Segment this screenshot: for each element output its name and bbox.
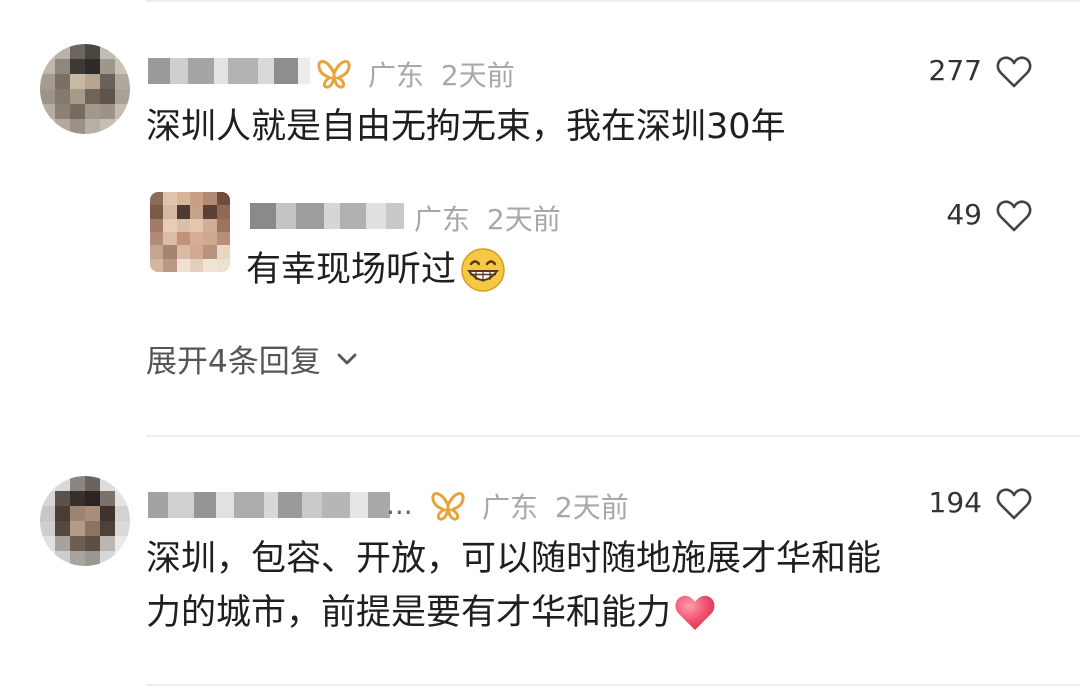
expand-replies-button[interactable]: 展开4条回复	[146, 336, 359, 381]
avatar[interactable]	[40, 476, 130, 566]
avatar[interactable]	[40, 44, 130, 134]
like-count: 194	[928, 486, 982, 519]
comment-time: 2天前	[440, 59, 515, 92]
butterfly-badge-icon	[431, 492, 465, 521]
reply-text-content: 有幸现场听过	[246, 250, 457, 290]
butterfly-badge-icon	[317, 60, 351, 89]
heart-emoji	[675, 595, 715, 630]
like-heart-icon[interactable]	[996, 487, 1032, 521]
like-heart-icon[interactable]	[996, 55, 1032, 89]
comment-text-line-2-content: 力的城市，前提是要有才华和能力	[146, 593, 672, 633]
chevron-down-icon	[337, 353, 357, 364]
reply-username-blurred[interactable]	[250, 199, 404, 233]
bottom-divider	[146, 684, 1080, 686]
username-blurred[interactable]	[148, 488, 390, 522]
reply-region: 广东	[414, 203, 471, 236]
reply-avatar[interactable]	[150, 192, 230, 272]
comment-region: 广东	[482, 491, 539, 524]
reply-like-heart-icon[interactable]	[996, 199, 1032, 233]
comment-text: 深圳人就是自由无拘无束，我在深圳30年	[146, 107, 786, 147]
comment-text-line-1: 深圳，包容、开放，可以随时随地施展才华和能	[146, 539, 882, 579]
expand-replies-label: 展开4条回复	[146, 344, 321, 380]
reply-time: 2天前	[486, 203, 561, 236]
comment-text-line-2: 力的城市，前提是要有才华和能力	[146, 586, 717, 640]
top-divider	[146, 0, 1080, 2]
reply-like-count: 49	[946, 198, 982, 231]
comment-region: 广东	[368, 59, 425, 92]
comment-divider	[146, 435, 1080, 437]
reply-text: 有幸现场听过	[246, 243, 506, 297]
like-count: 277	[928, 54, 982, 87]
comment-time: 2天前	[554, 491, 629, 524]
grinning-face-emoji	[461, 248, 505, 292]
username-ellipsis: ...	[386, 488, 413, 521]
username-blurred[interactable]	[148, 54, 310, 88]
